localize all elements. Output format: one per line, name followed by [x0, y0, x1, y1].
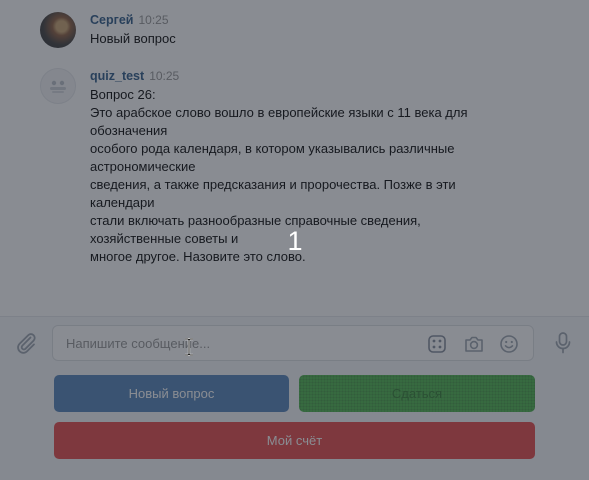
message-text: Новый вопрос: [90, 30, 529, 48]
message-body: quiz_test 10:25 Вопрос 26: Это арабское с…: [90, 68, 529, 266]
message-line: стали включать разнообразные справочные …: [90, 213, 421, 228]
smile-icon[interactable]: [499, 334, 519, 354]
microphone-icon[interactable]: [552, 331, 574, 355]
message-input-box[interactable]: [52, 325, 534, 361]
message-header: Сергей 10:25: [90, 12, 529, 28]
message-header: quiz_test 10:25: [90, 68, 529, 84]
message-line: сведения, а также предсказания и пророче…: [90, 177, 456, 192]
bot-avatar[interactable]: [40, 68, 76, 104]
message-time: 10:25: [149, 69, 180, 83]
give-up-button[interactable]: Сдаться: [299, 375, 535, 412]
message-line: обозначения: [90, 123, 168, 138]
text-cursor-icon: [184, 337, 194, 357]
message-item: Сергей 10:25 Новый вопрос: [40, 12, 529, 52]
message-line: многое другое. Назовите это слово.: [90, 249, 306, 264]
message-line: хозяйственные советы и: [90, 231, 239, 246]
message-line: календари: [90, 195, 155, 210]
message-text: Вопрос 26: Это арабское слово вошло в ев…: [90, 86, 529, 266]
my-score-button[interactable]: Мой счёт: [54, 422, 535, 459]
message-composer: [0, 316, 589, 369]
keyboard-icon[interactable]: [427, 334, 447, 354]
message-line: астрономические: [90, 159, 196, 174]
message-item: quiz_test 10:25 Вопрос 26: Это арабское с…: [40, 68, 529, 268]
camera-icon[interactable]: [463, 334, 483, 354]
message-input[interactable]: [66, 326, 406, 360]
user-avatar[interactable]: [40, 12, 76, 48]
bot-keyboard: Новый вопрос Сдаться Мой счёт: [0, 369, 589, 480]
bot-logo-icon: [50, 80, 66, 93]
message-body: Сергей 10:25 Новый вопрос: [90, 12, 529, 48]
new-question-button[interactable]: Новый вопрос: [54, 375, 289, 412]
message-line: Вопрос 26:: [90, 87, 156, 102]
message-line: особого рода календаря, в котором указыв…: [90, 141, 455, 156]
message-line: Это арабское слово вошло в европейские я…: [90, 105, 468, 120]
paperclip-icon[interactable]: [14, 331, 38, 355]
message-author[interactable]: Сергей: [90, 13, 133, 27]
message-time: 10:25: [138, 13, 169, 27]
chat-window: Сергей 10:25 Новый вопрос quiz_test 10:25 …: [0, 0, 589, 480]
message-line: Новый вопрос: [90, 31, 176, 46]
message-author[interactable]: quiz_test: [90, 69, 144, 83]
